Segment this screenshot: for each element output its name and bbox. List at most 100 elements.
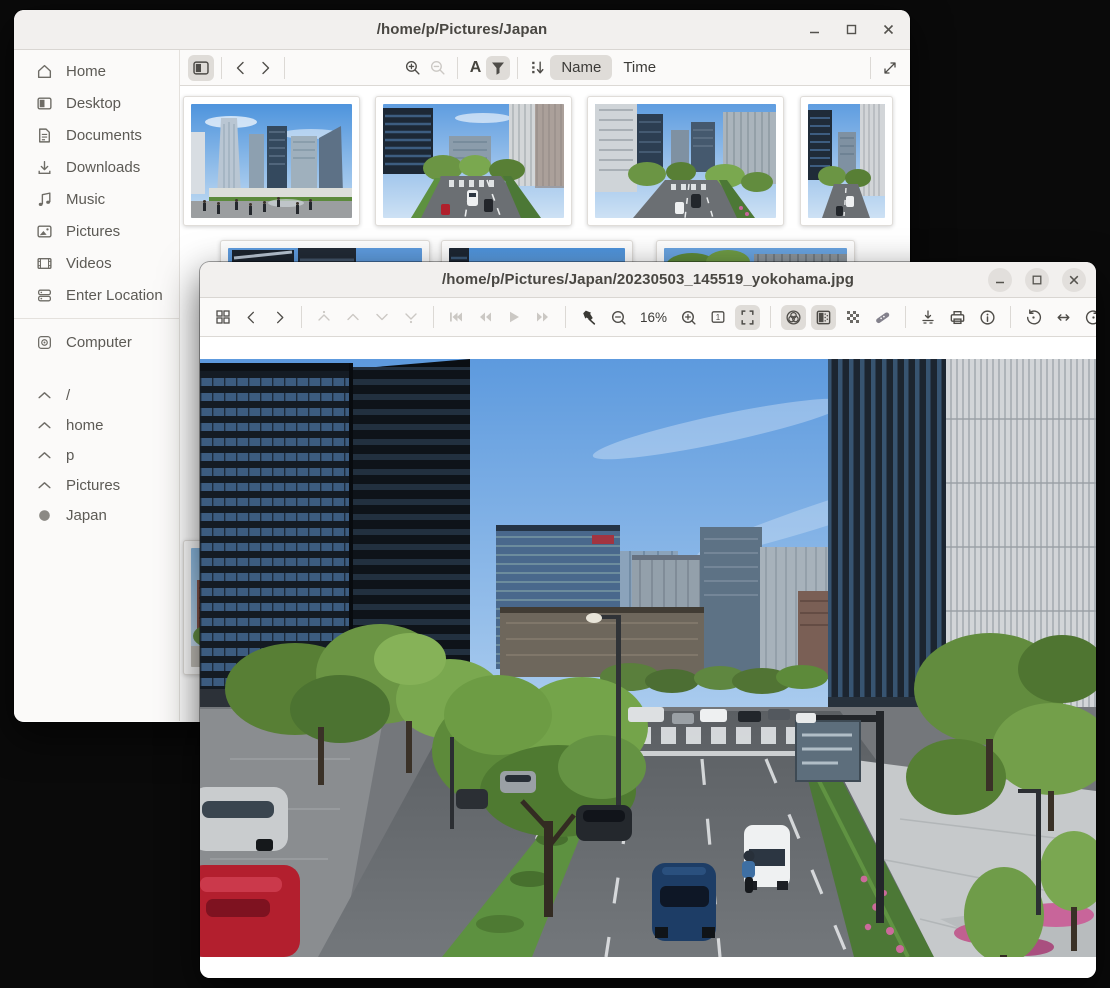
sidebar-item-videos[interactable]: Videos (14, 247, 179, 279)
fast-forward-button[interactable] (531, 305, 555, 329)
minimize-icon[interactable] (802, 18, 826, 42)
fullscreen-button[interactable] (878, 56, 902, 80)
media-forward-icon (535, 309, 551, 325)
gradient-pane-icon (815, 309, 832, 326)
thumbnail-street-photo[interactable] (375, 96, 572, 226)
file-manager-titlebar[interactable]: /home/p/Pictures/Japan (14, 10, 910, 50)
color-management-button[interactable] (781, 305, 806, 330)
chevron-down-icon (374, 309, 390, 325)
flip-horizontal-icon (1055, 309, 1072, 326)
sidebar-item-enter-location[interactable]: Enter Location (14, 279, 179, 311)
sidebar-toggle-icon (192, 59, 210, 77)
chevron-left-icon (244, 310, 259, 325)
music-note-icon (36, 191, 53, 208)
go-down-button[interactable] (370, 305, 394, 329)
sidebar-item-music[interactable]: Music (14, 183, 179, 215)
zoom-in-button[interactable] (676, 305, 701, 330)
previous-image-button[interactable] (240, 306, 263, 329)
close-icon[interactable] (1062, 268, 1086, 292)
font-size-button[interactable]: A (465, 57, 487, 79)
image-info-button[interactable] (975, 305, 1000, 330)
sidebar-path-home[interactable]: home (14, 410, 179, 440)
sidebar-item-desktop[interactable]: Desktop (14, 87, 179, 119)
actual-size-button[interactable]: 1 (706, 305, 730, 329)
go-up-button[interactable] (341, 305, 365, 329)
sidebar-path-japan-current[interactable]: Japan (14, 500, 179, 530)
sidebar-item-documents[interactable]: Documents (14, 119, 179, 151)
sort-order-button[interactable] (525, 55, 550, 80)
next-image-button[interactable] (268, 306, 291, 329)
sidebar-item-home[interactable]: Home (14, 55, 179, 87)
pin-button[interactable] (576, 305, 601, 330)
chevron-right-icon (272, 310, 287, 325)
thumbnail-photo (595, 104, 776, 218)
viewer-title: /home/p/Pictures/Japan/20230503_145519_y… (442, 271, 854, 288)
rotate-ccw-button[interactable] (1021, 305, 1046, 330)
toggle-sidebar-button[interactable] (188, 55, 214, 81)
desktop-icon (36, 95, 53, 112)
zoom-out-button[interactable] (425, 55, 450, 80)
close-icon[interactable] (876, 18, 900, 42)
flip-horizontal-button[interactable] (1051, 305, 1076, 330)
rewind-button[interactable] (473, 305, 497, 329)
print-button[interactable] (945, 305, 970, 330)
bandage-icon (874, 309, 891, 326)
maximize-icon[interactable] (1025, 268, 1049, 292)
media-play-icon (506, 309, 522, 325)
transparency-checker-button[interactable] (841, 305, 865, 329)
grid-icon (215, 309, 231, 325)
filter-button[interactable] (486, 56, 510, 80)
forward-button[interactable] (253, 56, 277, 80)
save-button[interactable] (916, 305, 940, 329)
exposure-panel-button[interactable] (811, 305, 836, 330)
skip-to-start-button[interactable] (444, 305, 468, 329)
one-to-one-icon: 1 (710, 309, 726, 325)
viewer-canvas[interactable] (200, 337, 1096, 978)
caret-up-icon (36, 447, 53, 464)
slideshow-play-button[interactable] (502, 305, 526, 329)
retouch-button[interactable] (870, 305, 895, 330)
pushpin-icon (580, 309, 597, 326)
checkerboard-icon (845, 309, 861, 325)
save-download-icon (920, 309, 936, 325)
fit-brackets-icon (739, 309, 756, 326)
rotate-cw-button[interactable] (1081, 305, 1096, 330)
viewer-titlebar[interactable]: /home/p/Pictures/Japan/20230503_145519_y… (200, 262, 1096, 298)
zoom-out-icon (429, 59, 446, 76)
sort-by-name-button[interactable]: Name (550, 55, 612, 80)
zoom-out-button[interactable] (606, 305, 631, 330)
go-last-button[interactable] (399, 305, 423, 329)
fit-to-window-button[interactable] (735, 305, 760, 330)
sort-by-time-button[interactable]: Time (612, 55, 667, 80)
viewer-window-controls (988, 262, 1086, 297)
sidebar-path-root[interactable]: / (14, 380, 179, 410)
current-folder-icon (36, 507, 53, 524)
go-first-button[interactable] (312, 305, 336, 329)
filter-funnel-icon (490, 60, 506, 76)
sidebar-separator (14, 318, 179, 319)
sidebar: Home Desktop Documents Downloads Music P… (14, 50, 180, 721)
thumbnail-street-photo[interactable] (587, 96, 784, 226)
sidebar-item-computer[interactable]: Computer (14, 326, 179, 358)
minimize-icon[interactable] (988, 268, 1012, 292)
zoom-in-button[interactable] (400, 55, 425, 80)
back-button[interactable] (229, 56, 253, 80)
photo-yokohama-street (200, 359, 1096, 957)
thumbnail-street-portrait-photo[interactable] (800, 96, 893, 226)
printer-icon (949, 309, 966, 326)
file-manager-window-controls (802, 10, 900, 49)
sidebar-item-pictures[interactable]: Pictures (14, 215, 179, 247)
sidebar-path-p[interactable]: p (14, 440, 179, 470)
sidebar-item-downloads[interactable]: Downloads (14, 151, 179, 183)
zoom-level-label: 16% (634, 310, 673, 325)
thumbnail-plaza-photo[interactable] (183, 96, 360, 226)
zoom-in-icon (404, 59, 421, 76)
rotate-counterclockwise-icon (1025, 309, 1042, 326)
maximize-icon[interactable] (839, 18, 863, 42)
thumbnail-grid-button[interactable] (211, 305, 235, 329)
sidebar-path-pictures[interactable]: Pictures (14, 470, 179, 500)
svg-text:1: 1 (716, 313, 721, 322)
info-icon (979, 309, 996, 326)
color-wheel-icon (785, 309, 802, 326)
caret-up-icon (36, 387, 53, 404)
